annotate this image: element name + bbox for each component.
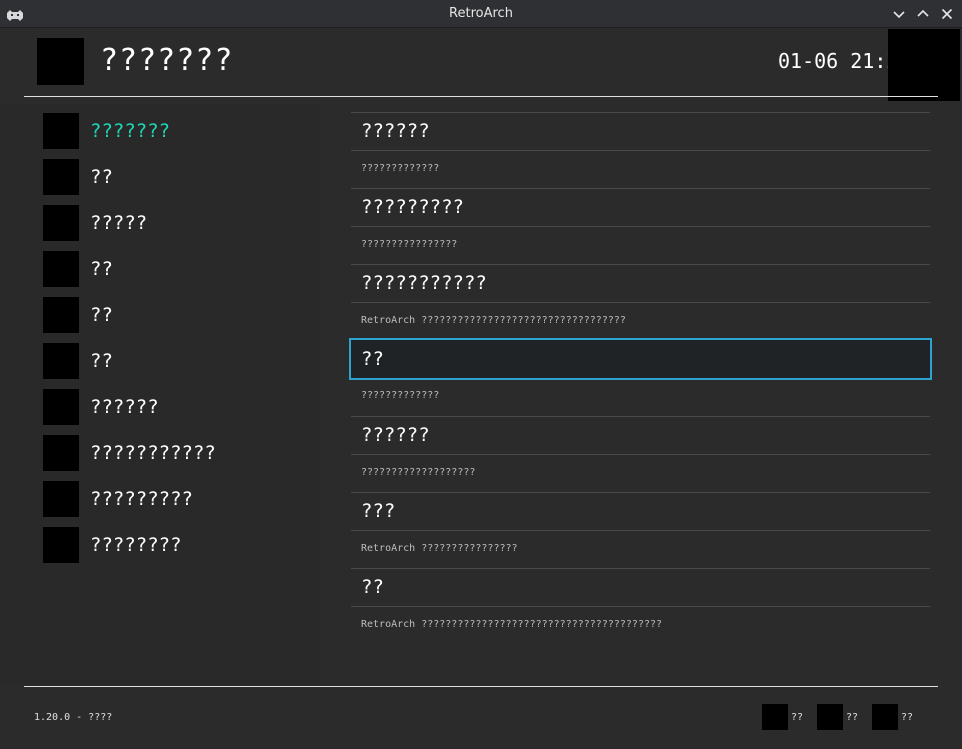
sidebar-item-10[interactable]: ???????? <box>43 527 313 563</box>
sidebar-item-icon <box>43 205 79 241</box>
sidebar-item-5[interactable]: ?? <box>43 297 313 333</box>
list-item-description: RetroArch ??????????????????????????????… <box>351 606 930 644</box>
sidebar-item-8[interactable]: ??????????? <box>43 435 313 471</box>
retroarch-app: ??????? 01-06 21:26 ??????? ?? ????? ?? … <box>0 29 962 749</box>
minimize-icon[interactable] <box>891 6 907 22</box>
sidebar-item-icon <box>43 343 79 379</box>
list-item[interactable]: ??? <box>351 492 930 530</box>
list-item-subtitle: ???????????????? <box>361 239 458 250</box>
list-item[interactable]: ????????? <box>351 188 930 226</box>
sidebar-item-icon <box>43 159 79 195</box>
version-label: 1.20.0 - ???? <box>34 712 113 723</box>
header-menu-icon <box>37 38 84 85</box>
sidebar-item-label: ?????? <box>90 396 159 418</box>
list-item-title: ??? <box>361 500 396 522</box>
list-item[interactable]: ?? <box>351 568 930 606</box>
list-item-description: ??????????????????? <box>351 454 930 492</box>
sidebar-item-2[interactable]: ?? <box>43 159 313 195</box>
sidebar-item-9[interactable]: ????????? <box>43 481 313 517</box>
list-item[interactable]: ??????????? <box>351 264 930 302</box>
window-titlebar: RetroArch <box>0 0 962 28</box>
hint-button-icon <box>872 704 898 730</box>
hint-label: ?? <box>846 712 859 723</box>
list-item-title: ?? <box>361 576 384 598</box>
list-item-subtitle: ????????????? <box>361 163 440 174</box>
list-item-subtitle: RetroArch ??????????????????????????????… <box>361 619 663 630</box>
sidebar-item-6[interactable]: ?? <box>43 343 313 379</box>
list-item-title: ??????????? <box>361 272 487 294</box>
sidebar-item-label: ???????? <box>90 534 182 556</box>
list-item[interactable]: ?????? <box>351 416 930 454</box>
hint-button-icon <box>762 704 788 730</box>
hint-label: ?? <box>901 712 914 723</box>
list-item-selected[interactable]: ?? <box>349 338 932 380</box>
sidebar-item-label: ??????????? <box>90 442 216 464</box>
list-item-description: RetroArch ??????????????????????????????… <box>351 302 930 340</box>
list-item-subtitle: RetroArch ??????????????????????????????… <box>361 315 626 326</box>
sidebar-item-3[interactable]: ????? <box>43 205 313 241</box>
hint-label: ?? <box>791 712 804 723</box>
list-item-title: ?? <box>361 348 384 370</box>
sidebar-item-icon <box>43 297 79 333</box>
sidebar-item-icon <box>43 113 79 149</box>
list-item-title: ????????? <box>361 196 464 218</box>
sidebar: ??????? ?? ????? ?? ?? ?? ?????? ???????… <box>0 105 320 685</box>
list-item-description: ????????????? <box>351 150 930 188</box>
window-title: RetroArch <box>449 6 513 21</box>
sidebar-item-label: ?? <box>90 166 113 188</box>
list-item-subtitle: ??????????????????? <box>361 467 476 478</box>
list-item-subtitle: RetroArch ???????????????? <box>361 543 518 554</box>
list-item-title: ?????? <box>361 424 430 446</box>
list-item-subtitle: ????????????? <box>361 390 440 401</box>
status-icon <box>888 29 960 101</box>
sidebar-item-label: ?? <box>90 304 113 326</box>
sidebar-item-icon <box>43 481 79 517</box>
sidebar-item-label: ??????? <box>90 120 171 142</box>
sidebar-item-label: ????????? <box>90 488 193 510</box>
footer-divider <box>24 686 938 687</box>
sidebar-item-7[interactable]: ?????? <box>43 389 313 425</box>
hint-button-icon <box>817 704 843 730</box>
list-item-description: ????????????? <box>351 378 930 416</box>
list-item-description: ???????????????? <box>351 226 930 264</box>
sidebar-item-icon <box>43 527 79 563</box>
list-item-description: RetroArch ???????????????? <box>351 530 930 568</box>
maximize-icon[interactable] <box>915 6 931 22</box>
sidebar-item-1[interactable]: ??????? <box>43 113 313 149</box>
sidebar-item-icon <box>43 389 79 425</box>
sidebar-item-label: ?? <box>90 350 113 372</box>
sidebar-item-label: ????? <box>90 212 148 234</box>
sidebar-item-icon <box>43 251 79 287</box>
close-icon[interactable] <box>939 6 955 22</box>
sidebar-item-label: ?? <box>90 258 113 280</box>
list-item[interactable]: ?????? <box>351 112 930 150</box>
header-divider <box>24 96 938 97</box>
sidebar-item-icon <box>43 435 79 471</box>
list-item-title: ?????? <box>361 120 430 142</box>
sidebar-item-4[interactable]: ?? <box>43 251 313 287</box>
page-title: ??????? <box>100 43 234 78</box>
